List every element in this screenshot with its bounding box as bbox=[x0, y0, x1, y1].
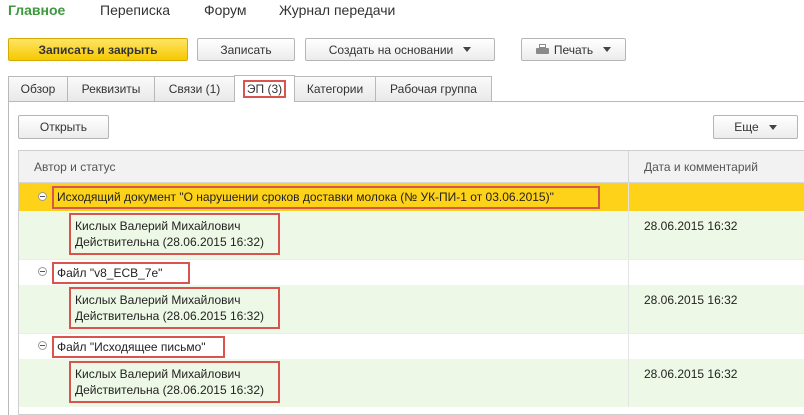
signer-name: Кислых Валерий Михайлович bbox=[75, 367, 241, 381]
table-row[interactable]: Кислых Валерий Михайлович Действительна … bbox=[19, 359, 804, 407]
nav-transfer-log[interactable]: Журнал передачи bbox=[279, 2, 395, 18]
table-row[interactable]: Кислых Валерий Михайлович Действительна … bbox=[19, 285, 804, 333]
table-row[interactable]: Кислых Валерий Михайлович Действительна … bbox=[19, 211, 804, 259]
signature-status: Действительна (28.06.2015 16:32) bbox=[75, 309, 265, 323]
tab-label: ЭП (3) bbox=[242, 80, 287, 98]
top-navigation: Главное Переписка Форум Журнал передачи bbox=[0, 0, 804, 22]
open-label: Открыть bbox=[39, 120, 88, 134]
more-label: Еще bbox=[734, 120, 759, 134]
column-header-date[interactable]: Дата и комментарий bbox=[644, 160, 758, 174]
nav-correspondence[interactable]: Переписка bbox=[100, 2, 170, 18]
tab-links[interactable]: Связи (1) bbox=[154, 76, 235, 101]
open-button[interactable]: Открыть bbox=[18, 115, 109, 139]
tab-label: Обзор bbox=[20, 82, 56, 96]
signed-object-title: Файл "Исходящее письмо" bbox=[57, 340, 206, 354]
nav-main[interactable]: Главное bbox=[8, 2, 65, 18]
column-header-author[interactable]: Автор и статус bbox=[34, 160, 115, 174]
save-label: Записать bbox=[220, 42, 272, 57]
signature-date: 28.06.2015 16:32 bbox=[644, 219, 738, 233]
column-divider bbox=[628, 285, 629, 333]
print-label: Печать bbox=[553, 42, 594, 57]
chevron-down-icon bbox=[768, 124, 777, 130]
printer-icon bbox=[535, 44, 549, 55]
collapse-icon[interactable] bbox=[38, 341, 47, 350]
signed-object-title: Файл "v8_ECB_7e" bbox=[57, 266, 163, 280]
tab-categories[interactable]: Категории bbox=[294, 76, 376, 101]
column-divider bbox=[628, 334, 629, 360]
column-divider bbox=[628, 359, 629, 407]
collapse-icon[interactable] bbox=[38, 267, 47, 276]
save-button[interactable]: Записать bbox=[197, 38, 295, 61]
tab-label: Связи (1) bbox=[168, 82, 221, 96]
signature-date: 28.06.2015 16:32 bbox=[644, 293, 738, 307]
tab-label: Реквизиты bbox=[81, 82, 141, 96]
table-header: Автор и статус Дата и комментарий bbox=[19, 151, 804, 183]
print-button[interactable]: Печать bbox=[521, 38, 626, 61]
nav-forum[interactable]: Форум bbox=[204, 2, 247, 18]
table-row[interactable]: Исходящий документ "О нарушении сроков д… bbox=[19, 183, 804, 211]
more-button[interactable]: Еще bbox=[713, 115, 798, 139]
column-divider bbox=[628, 183, 629, 211]
tab-work-group[interactable]: Рабочая группа bbox=[375, 76, 492, 101]
tab-bar: Обзор Реквизиты Связи (1) ЭП (3) Категор… bbox=[8, 74, 804, 102]
column-divider bbox=[628, 260, 629, 286]
tab-overview[interactable]: Обзор bbox=[8, 76, 68, 101]
save-and-close-label: Записать и закрыть bbox=[38, 42, 158, 57]
create-based-on-button[interactable]: Создать на основании bbox=[305, 38, 495, 61]
chevron-down-icon bbox=[463, 47, 472, 52]
table-row[interactable]: Файл "Исходящее письмо" bbox=[19, 333, 804, 360]
signed-object-title: Исходящий документ "О нарушении сроков д… bbox=[57, 190, 554, 204]
signatures-table[interactable]: Автор и статус Дата и комментарий Исходя… bbox=[18, 150, 804, 415]
signer-name: Кислых Валерий Михайлович bbox=[75, 219, 241, 233]
signature-status: Действительна (28.06.2015 16:32) bbox=[75, 235, 265, 249]
tab-label: Рабочая группа bbox=[390, 82, 477, 96]
column-divider bbox=[628, 211, 629, 259]
collapse-icon[interactable] bbox=[38, 192, 47, 201]
table-row[interactable]: Файл "v8_ECB_7e" bbox=[19, 259, 804, 286]
save-and-close-button[interactable]: Записать и закрыть bbox=[8, 38, 188, 61]
column-divider bbox=[628, 151, 629, 182]
signature-date: 28.06.2015 16:32 bbox=[644, 367, 738, 381]
create-based-on-label: Создать на основании bbox=[328, 42, 454, 57]
tab-signatures[interactable]: ЭП (3) bbox=[234, 75, 295, 102]
tab-details[interactable]: Реквизиты bbox=[67, 76, 155, 101]
tab-label: Категории bbox=[306, 82, 364, 96]
signer-name: Кислых Валерий Михайлович bbox=[75, 293, 241, 307]
chevron-down-icon bbox=[603, 47, 612, 52]
signature-status: Действительна (28.06.2015 16:32) bbox=[75, 383, 265, 397]
